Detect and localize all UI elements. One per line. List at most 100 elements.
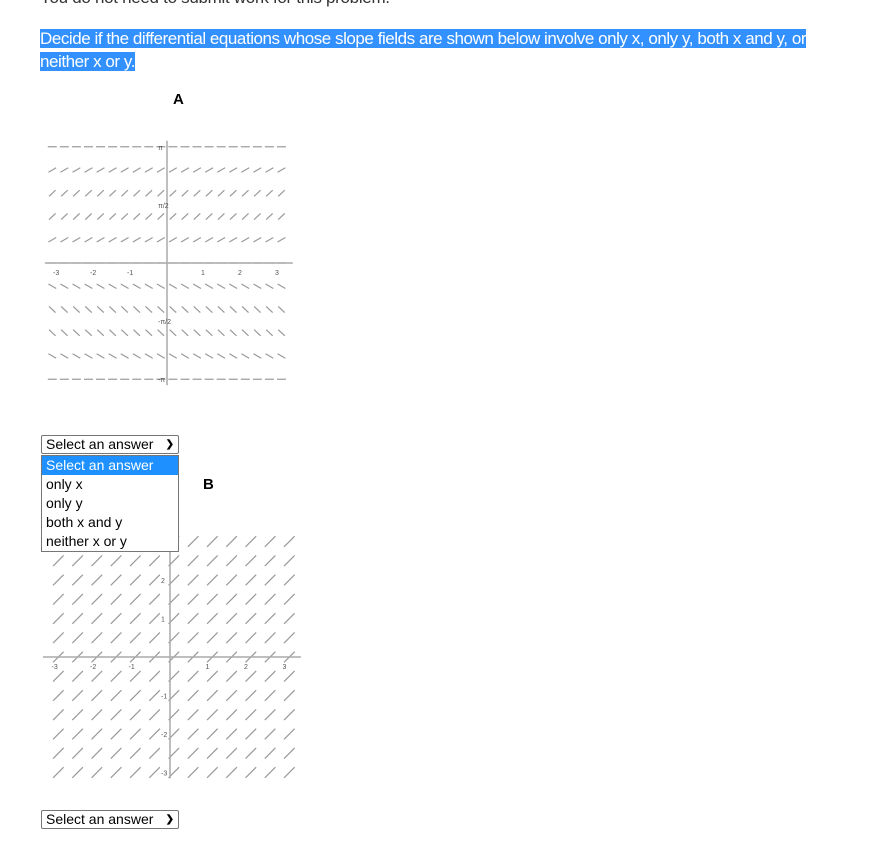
slope-segment: [206, 612, 219, 625]
slope-segment: [168, 236, 178, 243]
x-tick-label: -3: [52, 664, 58, 671]
slope-segment: [71, 709, 84, 721]
slope-segment: [253, 236, 262, 243]
slope-segment: [253, 189, 262, 197]
option-only-y[interactable]: only y: [42, 494, 178, 513]
slope-segment: [217, 212, 225, 221]
slope-segment: [229, 283, 238, 290]
slope-segment: [277, 353, 286, 359]
x-tick-label: -3: [53, 270, 59, 277]
slope-segment: [60, 212, 69, 221]
answer-options-list[interactable]: Select an answer only x only y both x an…: [41, 455, 179, 552]
slope-segment: [264, 689, 276, 702]
slope-segment: [225, 766, 238, 779]
slope-segment: [84, 305, 93, 314]
slope-segment: [48, 212, 56, 221]
slope-segment: [72, 189, 81, 197]
slope-segment: [110, 612, 122, 625]
slope-segment: [283, 593, 296, 605]
slope-segment: [241, 212, 249, 221]
slope-segment: [229, 167, 238, 173]
slope-segment: [148, 632, 161, 644]
y-tick-label: 2: [161, 578, 165, 585]
slope-segment: [133, 189, 141, 197]
slope-segment: [217, 189, 225, 197]
slope-segment: [84, 353, 93, 359]
slope-segment: [60, 236, 69, 243]
slope-segment: [205, 212, 213, 221]
slope-segment: [156, 236, 166, 243]
slope-segment: [206, 766, 219, 779]
slope-segment: [52, 747, 65, 759]
slope-segment: [148, 689, 161, 702]
slope-segment: [265, 212, 274, 221]
slope-segment: [72, 353, 81, 359]
slope-segment: [283, 766, 296, 779]
slope-segment: [253, 167, 262, 173]
slope-segment: [204, 283, 214, 290]
slope-segment: [110, 689, 122, 702]
slope-segment: [216, 353, 226, 359]
slope-segment: [148, 612, 161, 625]
slope-segment: [241, 283, 250, 290]
slope-segment: [129, 728, 142, 740]
slope-segment: [110, 670, 122, 682]
slope-segment: [60, 167, 69, 173]
slope-segment: [245, 670, 257, 682]
slope-segment: [241, 189, 249, 197]
slope-segment: [71, 593, 84, 605]
slope-segment: [129, 689, 142, 702]
slope-segment: [229, 329, 237, 337]
slope-segment: [129, 747, 142, 759]
slope-segment: [187, 709, 199, 721]
slope-segment: [283, 632, 296, 644]
slope-segment: [187, 728, 199, 740]
graph-b-label: B: [203, 476, 214, 493]
x-tick-label: 1: [201, 270, 205, 277]
slope-segment: [229, 353, 238, 359]
slope-segment: [216, 236, 226, 243]
slope-segment: [96, 283, 105, 290]
slope-segment: [71, 574, 84, 586]
option-both-x-and-y[interactable]: both x and y: [42, 513, 178, 532]
slope-segment: [52, 670, 65, 682]
slope-segment: [133, 305, 141, 314]
option-select-an-answer[interactable]: Select an answer: [42, 456, 178, 475]
slope-segment: [48, 329, 56, 337]
slope-segment: [225, 670, 238, 682]
slope-segment: [96, 353, 105, 359]
slope-segment: [132, 283, 141, 290]
slope-segment: [52, 574, 65, 586]
slope-segment: [148, 709, 161, 721]
slope-segment: [110, 574, 122, 586]
slope-segment: [264, 766, 276, 779]
slope-segment: [157, 189, 165, 197]
slope-segment: [52, 766, 65, 779]
slope-segment: [91, 670, 103, 682]
slope-segment: [148, 670, 161, 682]
y-tick-label: -1: [161, 694, 167, 701]
answer-select-b[interactable]: Select an answer ❯: [41, 810, 179, 829]
slope-segment: [245, 612, 257, 625]
slope-segment: [187, 632, 199, 644]
slope-segment: [129, 612, 142, 625]
slope-segment: [144, 167, 153, 173]
option-only-x[interactable]: only x: [42, 475, 178, 494]
slope-segment: [84, 189, 93, 197]
slope-segment: [206, 535, 219, 548]
slope-segment: [181, 305, 189, 314]
slope-segment: [253, 353, 262, 359]
slope-segment: [120, 283, 129, 290]
slope-segment: [225, 728, 238, 740]
slope-segment: [108, 283, 117, 290]
slope-segment: [264, 747, 276, 759]
slope-segment: [283, 728, 296, 740]
y-tick-label: -3: [161, 771, 167, 778]
answer-select-a[interactable]: Select an answer ❯: [41, 435, 179, 454]
slope-segment: [216, 167, 226, 173]
slope-segment: [52, 728, 65, 740]
slope-segment: [245, 574, 257, 586]
slope-segment: [60, 189, 69, 197]
option-neither[interactable]: neither x or y: [42, 532, 178, 551]
slope-segment: [277, 329, 286, 337]
